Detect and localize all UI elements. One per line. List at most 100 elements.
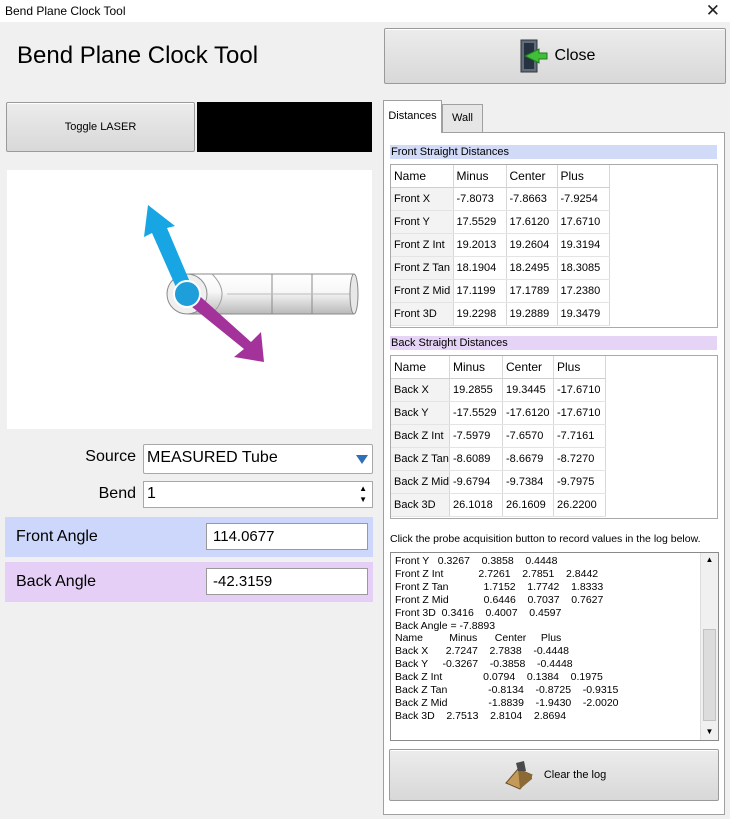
tube-and-arrows-graphic (144, 205, 359, 362)
row-name-cell[interactable]: Back Y (391, 401, 451, 425)
table-cell[interactable]: -9.7384 (502, 470, 555, 494)
table-row: Back Z Int -7.5979 -7.6570 -7.7161 (391, 424, 607, 448)
scroll-thumb[interactable] (703, 629, 716, 721)
table-row: Front Z Mid 17.1199 17.1789 17.2380 (391, 279, 610, 303)
bend-label: Bend (98, 485, 136, 502)
table-cell[interactable]: 18.2495 (506, 256, 558, 280)
table-header-row: Name Minus Center Plus (391, 165, 610, 188)
bend-spinbox[interactable]: 1 ▲ ▼ (143, 481, 373, 508)
row-name-cell[interactable]: Back Z Mid (391, 470, 451, 494)
row-name-cell[interactable]: Front Z Tan (391, 256, 454, 280)
source-select[interactable]: MEASURED Tube (143, 444, 373, 474)
table-cell[interactable]: -9.6794 (449, 470, 504, 494)
log-instruction: Click the probe acquisition button to re… (390, 533, 701, 545)
scroll-down-icon[interactable]: ▼ (704, 727, 715, 738)
row-name-cell[interactable]: Back Z Int (391, 424, 451, 448)
table-cell[interactable]: -7.5979 (449, 424, 504, 448)
table-cell[interactable]: 17.5529 (453, 210, 507, 234)
table-cell[interactable]: 19.2855 (449, 378, 504, 402)
table-cell[interactable]: 19.2013 (453, 233, 507, 257)
log-box[interactable]: Front Y 0.3267 0.3858 0.4448 Front Z Int … (390, 552, 719, 741)
back-angle-label: Back Angle (16, 573, 97, 590)
log-line: Name Minus Center Plus (395, 632, 562, 645)
table-cell[interactable]: -17.6710 (553, 401, 607, 425)
table-cell[interactable]: -7.9254 (557, 187, 610, 211)
column-header[interactable]: Center (502, 356, 555, 379)
table-cell[interactable]: -7.7161 (553, 424, 607, 448)
window-close-icon[interactable]: ✕ (706, 1, 720, 21)
laser-status-indicator (197, 102, 372, 152)
table-cell[interactable]: -17.6120 (502, 401, 555, 425)
exit-door-icon (520, 39, 548, 73)
row-name-cell[interactable]: Back Z Tan (391, 447, 451, 471)
back-distances-header: Back Straight Distances (390, 336, 717, 350)
table-header-row: Name Minus Center Plus (391, 356, 607, 379)
column-header[interactable]: Minus (449, 356, 504, 379)
table-cell[interactable]: 18.1904 (453, 256, 507, 280)
column-header[interactable]: Name (391, 356, 451, 379)
table-row: Back Z Tan -8.6089 -8.6679 -8.7270 (391, 447, 607, 471)
table-cell[interactable]: 26.2200 (553, 493, 607, 517)
close-button[interactable]: Close (384, 28, 726, 84)
log-line: Front Z Mid 0.6446 0.7037 0.7627 (395, 593, 604, 606)
bend-value: 1 (147, 485, 156, 502)
log-line: Back Y -0.3267 -0.3858 -0.4448 (395, 658, 573, 671)
table-cell[interactable]: 18.3085 (557, 256, 610, 280)
table-cell[interactable]: -8.7270 (553, 447, 607, 471)
tab-distances[interactable]: Distances (383, 100, 442, 133)
table-cell[interactable]: 19.3479 (557, 302, 610, 326)
scroll-up-icon[interactable]: ▲ (704, 555, 715, 566)
table-cell[interactable]: 17.6710 (557, 210, 610, 234)
table-row: Back Z Mid -9.6794 -9.7384 -9.7975 (391, 470, 607, 494)
back-angle-row: Back Angle -42.3159 (5, 562, 373, 602)
row-name-cell[interactable]: Front Z Mid (391, 279, 454, 303)
spin-arrows-icon[interactable]: ▲ ▼ (359, 483, 367, 505)
log-line: Back 3D 2.7513 2.8104 2.8694 (395, 709, 567, 722)
close-button-label: Close (554, 47, 596, 64)
table-cell[interactable]: 26.1609 (502, 493, 555, 517)
table-cell[interactable]: -17.6710 (553, 378, 607, 402)
front-distances-header: Front Straight Distances (390, 145, 717, 159)
table-cell[interactable]: -8.6679 (502, 447, 555, 471)
table-cell[interactable]: -8.6089 (449, 447, 504, 471)
row-name-cell[interactable]: Front 3D (391, 302, 454, 326)
toggle-laser-button[interactable]: Toggle LASER (6, 102, 195, 152)
table-cell[interactable]: 19.3194 (557, 233, 610, 257)
log-line: Back X 2.7247 2.7838 -0.4448 (395, 645, 569, 658)
column-header[interactable]: Center (506, 165, 558, 188)
table-cell[interactable]: 26.1018 (449, 493, 504, 517)
column-header[interactable]: Plus (557, 165, 610, 188)
table-cell[interactable]: -17.5529 (449, 401, 504, 425)
table-cell[interactable]: -7.8663 (506, 187, 558, 211)
table-cell[interactable]: 19.3445 (502, 378, 555, 402)
column-header[interactable]: Plus (553, 356, 607, 379)
tab-wall[interactable]: Wall (442, 104, 483, 133)
row-name-cell[interactable]: Front X (391, 187, 454, 211)
row-name-cell[interactable]: Front Y (391, 210, 454, 234)
table-cell[interactable]: 17.2380 (557, 279, 610, 303)
table-row: Back 3D 26.1018 26.1609 26.2200 (391, 493, 607, 517)
row-name-cell[interactable]: Front Z Int (391, 233, 454, 257)
row-name-cell[interactable]: Back 3D (391, 493, 451, 517)
column-header[interactable]: Name (391, 165, 454, 188)
table-cell[interactable]: 17.1789 (506, 279, 558, 303)
window-title: Bend Plane Clock Tool (5, 4, 126, 18)
clear-log-button[interactable]: Clear the log (389, 749, 719, 801)
log-scrollbar[interactable]: ▲ ▼ (700, 553, 718, 740)
column-header[interactable]: Minus (453, 165, 507, 188)
back-angle-field[interactable]: -42.3159 (206, 568, 368, 595)
table-cell[interactable]: -7.8073 (453, 187, 507, 211)
table-cell[interactable]: 19.2298 (453, 302, 507, 326)
front-distances-table: Name Minus Center Plus Front X -7.8073 -7.8663… (390, 164, 718, 328)
table-cell[interactable]: -9.7975 (553, 470, 607, 494)
log-text: Front Y 0.3267 0.3858 0.4448 Front Z Int … (395, 555, 695, 723)
row-name-cell[interactable]: Back X (391, 378, 451, 402)
bend-plane-viewer[interactable] (7, 170, 372, 429)
table-cell[interactable]: 19.2889 (506, 302, 558, 326)
front-angle-field[interactable]: 114.0677 (206, 523, 368, 550)
table-cell[interactable]: 17.1199 (453, 279, 507, 303)
table-row: Front Z Int 19.2013 19.2604 19.3194 (391, 233, 610, 257)
table-cell[interactable]: 19.2604 (506, 233, 558, 257)
table-cell[interactable]: -7.6570 (502, 424, 555, 448)
table-cell[interactable]: 17.6120 (506, 210, 558, 234)
